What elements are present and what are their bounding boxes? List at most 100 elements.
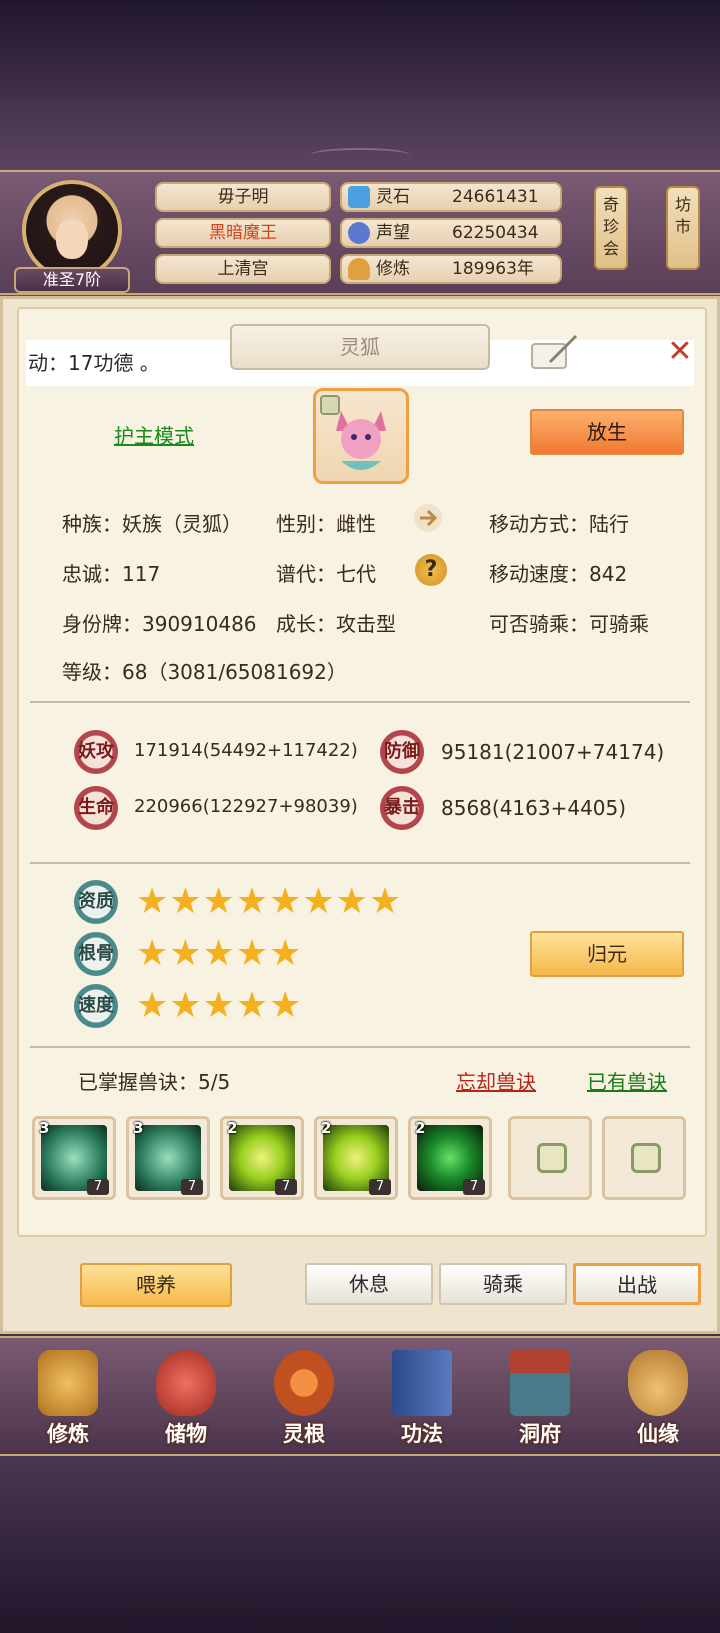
prestige-icon xyxy=(348,222,370,244)
divider xyxy=(30,701,690,703)
skill-tier: 3 xyxy=(39,1119,50,1137)
attack-value: 171914(54492+117422) xyxy=(134,740,358,761)
aptitude-stars: ★★★★★★★★ xyxy=(136,881,403,922)
avatar-face xyxy=(56,219,88,259)
speed-stars: ★★★★★ xyxy=(136,985,303,1026)
nav-spirit-root[interactable]: 灵根 xyxy=(252,1344,356,1452)
id-tag-info: 身份牌：390910486 xyxy=(62,612,257,636)
skills-mastered-count: 已掌握兽诀：5/5 xyxy=(78,1070,231,1094)
skill-count: 7 xyxy=(463,1179,485,1195)
skill-slot-locked-1[interactable] xyxy=(508,1116,592,1200)
stat-value: 24661431 xyxy=(452,187,539,207)
speed-badge: 速度 xyxy=(74,984,118,1028)
nav-techniques[interactable]: 功法 xyxy=(370,1344,474,1452)
stat-spirit-stone: 灵石 24661431 xyxy=(340,182,562,212)
gender-info: 性别：雌性 xyxy=(276,512,376,536)
lock-icon xyxy=(320,395,340,415)
close-icon[interactable]: ✕ xyxy=(664,336,696,368)
scroll-quill-icon[interactable] xyxy=(530,332,580,372)
nav-label: 洞府 xyxy=(519,1422,561,1446)
skill-count: 7 xyxy=(181,1179,203,1195)
rideable-info: 可否骑乘：可骑乘 xyxy=(489,612,649,636)
growth-info: 成长：攻击型 xyxy=(276,612,396,636)
spirit-stone-icon xyxy=(348,186,370,208)
player-header: 准圣7阶 毋子明 黑暗魔王 上清宫 灵石 24661431 声望 6225043… xyxy=(0,170,720,295)
attack-badge: 妖攻 xyxy=(74,730,118,774)
gourd-icon xyxy=(628,1350,688,1416)
level-info: 等级：68（3081/65081692） xyxy=(62,660,347,684)
help-question-icon[interactable]: ? xyxy=(415,554,447,586)
nav-fortune[interactable]: 仙缘 xyxy=(606,1344,710,1452)
divider xyxy=(30,1046,690,1048)
guard-mode-link[interactable]: 护主模式 xyxy=(114,420,194,449)
stat-label: 修炼 xyxy=(376,259,410,279)
forget-skill-link[interactable]: 忘却兽诀 xyxy=(456,1066,536,1095)
lock-icon xyxy=(631,1143,661,1173)
avatar[interactable] xyxy=(22,180,122,280)
reset-button[interactable]: 归元 xyxy=(530,931,684,977)
move-speed-info: 移动速度：842 xyxy=(489,562,628,586)
market-button[interactable]: 坊市 xyxy=(666,186,700,270)
skill-slot-locked-2[interactable] xyxy=(602,1116,686,1200)
skill-slot-3[interactable]: 2 7 xyxy=(220,1116,304,1200)
skill-slot-1[interactable]: 3 7 xyxy=(32,1116,116,1200)
bottom-nav: 修炼 储物 灵根 功法 洞府 仙缘 xyxy=(0,1336,720,1456)
skill-count: 7 xyxy=(275,1179,297,1195)
skill-slot-4[interactable]: 2 7 xyxy=(314,1116,398,1200)
top-ornament xyxy=(310,148,410,162)
health-badge: 生命 xyxy=(74,786,118,830)
nav-cultivate[interactable]: 修炼 xyxy=(16,1344,120,1452)
rank-badge: 准圣7阶 xyxy=(14,267,130,293)
stat-cultivation: 修炼 189963年 xyxy=(340,254,562,284)
stat-prestige: 声望 62250434 xyxy=(340,218,562,248)
feed-button[interactable]: 喂养 xyxy=(80,1263,232,1307)
nav-label: 仙缘 xyxy=(637,1422,679,1446)
battle-button[interactable]: 出战 xyxy=(573,1263,701,1305)
nav-label: 功法 xyxy=(401,1422,443,1446)
nav-label: 储物 xyxy=(165,1422,207,1446)
rest-button[interactable]: 休息 xyxy=(305,1263,433,1305)
bone-badge: 根骨 xyxy=(74,932,118,976)
generation-info: 谱代：七代 xyxy=(276,562,376,586)
cave-house-icon xyxy=(510,1350,570,1416)
nav-label: 灵根 xyxy=(283,1422,325,1446)
skill-tier: 3 xyxy=(133,1119,144,1137)
skill-count: 7 xyxy=(369,1179,391,1195)
aptitude-badge: 资质 xyxy=(74,880,118,924)
gender-toggle-arrow-icon[interactable] xyxy=(412,502,444,534)
scripture-book-icon xyxy=(392,1350,452,1416)
health-value: 220966(122927+98039) xyxy=(134,796,358,817)
meditation-icon xyxy=(348,258,370,280)
stat-label: 灵石 xyxy=(376,187,410,207)
loyalty-info: 忠诚：117 xyxy=(62,562,161,586)
defense-value: 95181(21007+74174) xyxy=(441,740,665,764)
bone-stars: ★★★★★ xyxy=(136,933,303,974)
skill-count: 7 xyxy=(87,1179,109,1195)
pet-portrait[interactable] xyxy=(313,388,409,484)
pet-name-plate: 灵狐 xyxy=(230,324,490,370)
move-type-info: 移动方式：陆行 xyxy=(489,512,629,536)
ride-button[interactable]: 骑乘 xyxy=(439,1263,567,1305)
spirit-root-icon xyxy=(274,1350,334,1416)
nav-cave[interactable]: 洞府 xyxy=(488,1344,592,1452)
player-title[interactable]: 黑暗魔王 xyxy=(155,218,331,248)
crit-value: 8568(4163+4405) xyxy=(441,796,627,820)
owned-skills-link[interactable]: 已有兽诀 xyxy=(587,1066,667,1095)
skill-slot-2[interactable]: 3 7 xyxy=(126,1116,210,1200)
top-decor-band xyxy=(0,0,720,170)
defense-badge: 防御 xyxy=(380,730,424,774)
release-button[interactable]: 放生 xyxy=(530,409,684,455)
divider xyxy=(30,862,690,864)
bottom-decor-band xyxy=(0,1456,720,1633)
stat-value: 62250434 xyxy=(452,223,539,243)
crit-badge: 暴击 xyxy=(380,786,424,830)
stat-value: 189963年 xyxy=(452,259,534,279)
nav-storage[interactable]: 储物 xyxy=(134,1344,238,1452)
skill-slot-5[interactable]: 2 7 xyxy=(408,1116,492,1200)
player-sect: 上清宫 xyxy=(155,254,331,284)
treasure-auction-button[interactable]: 奇珍会 xyxy=(594,186,628,270)
race-info: 种族：妖族（灵狐） xyxy=(62,512,242,536)
stat-label: 声望 xyxy=(376,223,410,243)
nav-label: 修炼 xyxy=(47,1422,89,1446)
skill-tier: 2 xyxy=(321,1119,332,1137)
